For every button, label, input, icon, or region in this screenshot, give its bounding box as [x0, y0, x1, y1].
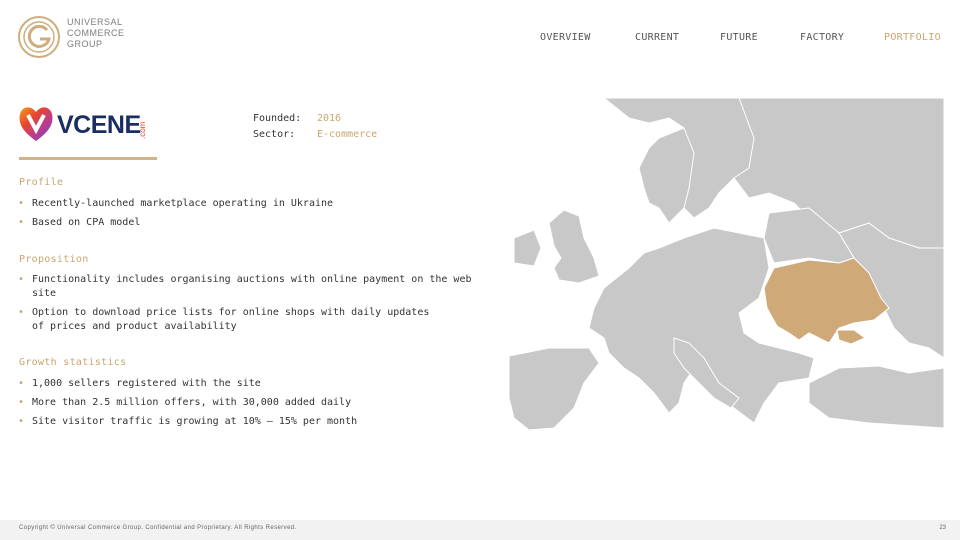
founded-value: 2016 — [317, 113, 342, 124]
nav-future[interactable]: FUTURE — [720, 32, 758, 43]
bullet-marker: • — [18, 198, 25, 209]
bullet-marker: • — [18, 378, 25, 389]
bullet-text: Based on CPA model — [32, 217, 141, 228]
logo-line-1: UNIVERSAL — [67, 17, 123, 27]
europe-map — [509, 98, 944, 435]
ucg-ring-icon — [18, 16, 60, 58]
section-title-growth: Growth statistics — [19, 357, 127, 368]
bullet-text: Option to download price lists for onlin… — [32, 307, 430, 332]
proposition-bullet: • Option to download price lists for onl… — [18, 306, 439, 334]
growth-bullet: • Site visitor traffic is growing at 10%… — [18, 415, 479, 429]
vcene-logo: VCENE .com — [17, 103, 157, 143]
logo-line-2: COMMERCE — [67, 28, 125, 38]
copyright-text: Copyright © Universal Commerce Group. Co… — [19, 525, 297, 531]
nav-overview[interactable]: OVERVIEW — [540, 32, 591, 43]
bullet-marker: • — [18, 416, 25, 427]
bullet-text: 1,000 sellers registered with the site — [32, 378, 261, 389]
bullet-text: Functionality includes organising auctio… — [32, 274, 472, 299]
nav-current[interactable]: CURRENT — [635, 32, 679, 43]
growth-bullet: • 1,000 sellers registered with the site — [18, 377, 479, 391]
sector-label: Sector: — [253, 129, 296, 140]
profile-bullet: • Recently-launched marketplace operatin… — [18, 197, 479, 211]
brand-underline — [19, 157, 157, 160]
logo-wordmark: UNIVERSAL COMMERCE GROUP — [67, 17, 125, 50]
bullet-marker: • — [18, 217, 25, 228]
bullet-marker: • — [18, 307, 25, 318]
bullet-text: Site visitor traffic is growing at 10% —… — [32, 416, 358, 427]
nav-portfolio[interactable]: PORTFOLIO — [884, 32, 941, 43]
page-number: 23 — [939, 525, 946, 531]
section-title-profile: Profile — [19, 177, 64, 188]
profile-bullet: • Based on CPA model — [18, 216, 479, 230]
vcene-heart-icon — [19, 107, 53, 141]
founded-label: Founded: — [253, 113, 302, 124]
logo-line-3: GROUP — [67, 39, 103, 49]
sector-value: E-commerce — [317, 129, 378, 140]
bullet-text: More than 2.5 million offers, with 30,00… — [32, 397, 352, 408]
bullet-text: Recently-launched marketplace operating … — [32, 198, 334, 209]
section-title-proposition: Proposition — [19, 254, 89, 265]
vcene-wordmark: VCENE — [57, 111, 141, 139]
bullet-marker: • — [18, 397, 25, 408]
company-logo[interactable]: UNIVERSAL COMMERCE GROUP — [16, 14, 156, 64]
vcene-domain-suffix: .com — [138, 121, 147, 139]
bullet-marker: • — [18, 274, 25, 285]
proposition-bullet: • Functionality includes organising auct… — [18, 273, 479, 301]
nav-factory[interactable]: FACTORY — [800, 32, 844, 43]
growth-bullet: • More than 2.5 million offers, with 30,… — [18, 396, 479, 410]
